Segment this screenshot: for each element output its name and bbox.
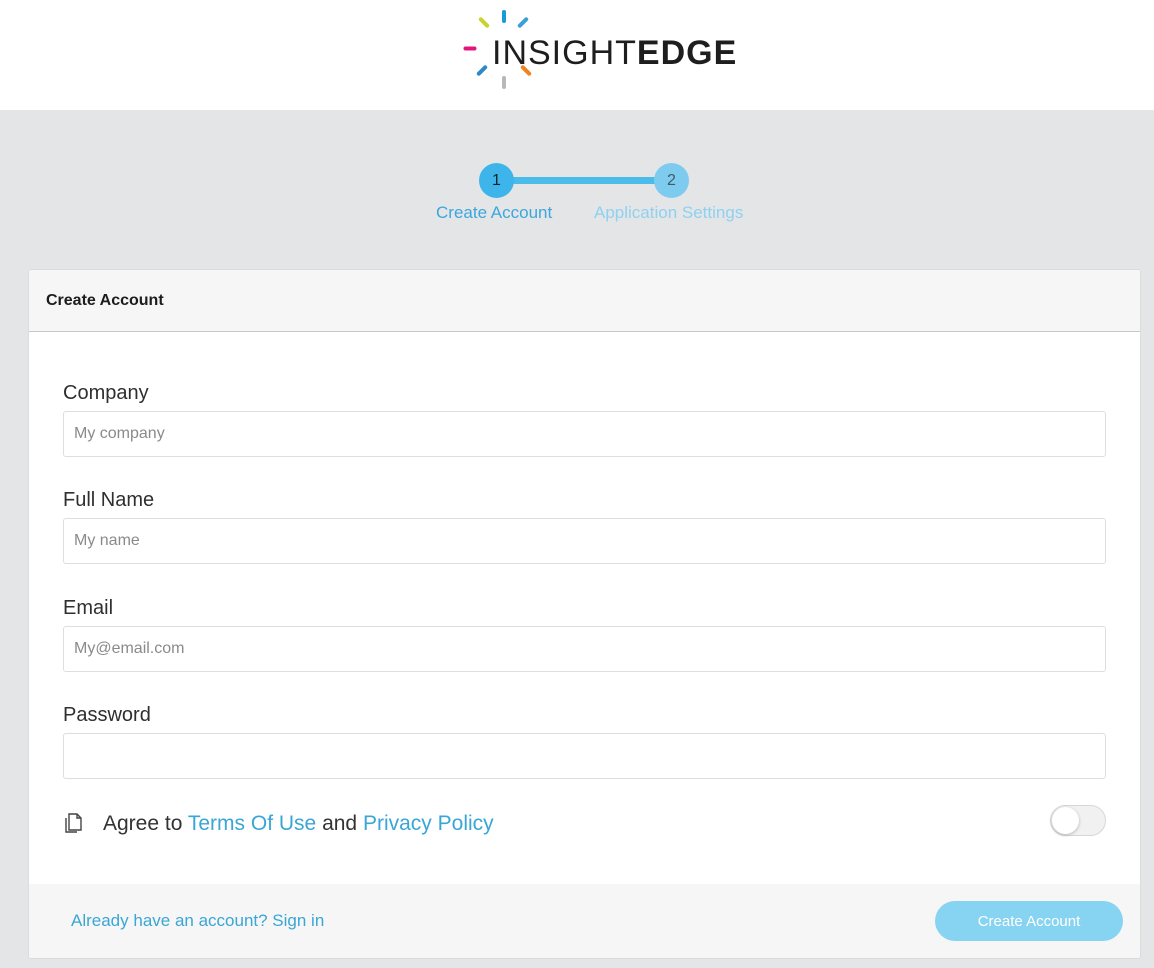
email-label: Email — [63, 597, 114, 619]
company-input[interactable] — [63, 411, 1106, 457]
logo-text-light: INSIGHT — [492, 34, 637, 72]
top-bar: INSIGHTEDGE — [0, 0, 1154, 110]
logo-ray — [502, 76, 506, 89]
document-icon — [65, 813, 82, 833]
agreement-row: Agree to Terms Of Use and Privacy Policy — [63, 805, 1106, 845]
logo-ray — [475, 64, 489, 77]
full-name-label: Full Name — [63, 489, 155, 511]
toggle-knob — [1052, 807, 1079, 834]
terms-of-use-link[interactable]: Terms Of Use — [188, 812, 316, 835]
password-label: Password — [63, 704, 151, 726]
password-input[interactable] — [63, 733, 1106, 779]
card-title: Create Account — [46, 292, 164, 309]
company-label: Company — [63, 382, 149, 404]
agree-conjunction: and — [322, 812, 358, 835]
step-1-label[interactable]: Create Account — [436, 203, 552, 223]
step-2-circle[interactable]: 2 — [654, 163, 689, 198]
insightedge-logo[interactable]: INSIGHTEDGE — [462, 6, 736, 96]
progress-stepper: 1 2 Create Account Application Settings — [420, 160, 770, 230]
card-header: Create Account — [29, 270, 1140, 332]
email-input[interactable] — [63, 626, 1106, 672]
logo-ray — [463, 46, 477, 51]
privacy-policy-link[interactable]: Privacy Policy — [363, 812, 494, 835]
card-footer: Already have an account? Sign in Create … — [29, 884, 1140, 958]
logo-ray — [502, 10, 506, 23]
step-connector — [500, 177, 675, 184]
logo-ray — [477, 16, 491, 29]
step-1-circle[interactable]: 1 — [479, 163, 514, 198]
logo-wordmark: INSIGHTEDGE — [492, 36, 737, 70]
create-account-button[interactable]: Create Account — [935, 901, 1123, 941]
full-name-input[interactable] — [63, 518, 1106, 564]
logo-ray — [516, 16, 530, 29]
agree-prefix: Agree to — [103, 812, 183, 835]
agree-toggle[interactable] — [1050, 805, 1106, 836]
sign-in-link[interactable]: Already have an account? Sign in — [71, 911, 324, 931]
step-2-label[interactable]: Application Settings — [594, 203, 743, 223]
agreement-text: Agree to Terms Of Use and Privacy Policy — [103, 812, 494, 836]
logo-text-bold: EDGE — [636, 34, 738, 72]
create-account-card: Create Account Company Full Name Email P… — [28, 269, 1141, 959]
